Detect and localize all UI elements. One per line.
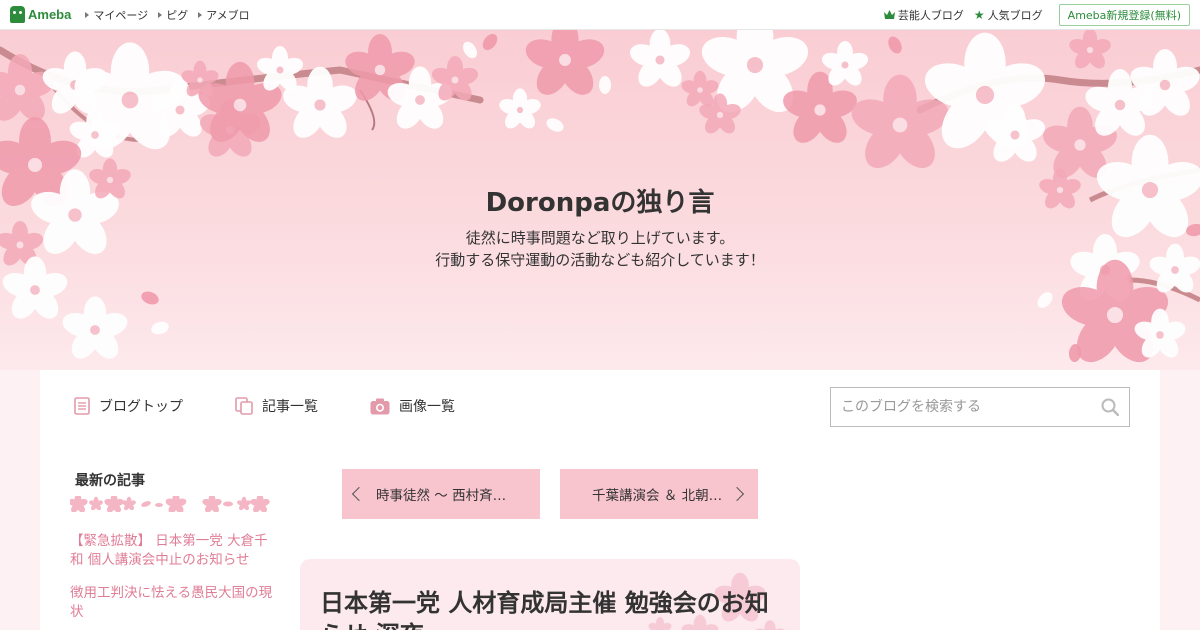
triangle-right-icon [158,11,163,18]
menu-entry-list[interactable]: 記事一覧 [235,396,318,416]
menu-image-list-label: 画像一覧 [399,399,455,415]
menu-blog-top[interactable]: ブログトップ [74,396,183,416]
blossom-divider-icon [70,496,270,512]
crown-icon [883,10,895,19]
blossom-petal [141,291,159,305]
nav-ameblo[interactable]: アメブロ [198,7,250,23]
nav-pigg-label: ピグ [166,8,189,22]
latest-entry-link[interactable]: 徴用工判決に怯える愚民大国の現状 [70,584,280,622]
previous-entry-label: 時事徒然 ～ 西村斉… [376,488,507,504]
blossom-flower [59,296,131,364]
blog-menu: ブログトップ 記事一覧 画像一覧 [74,396,507,416]
global-header: Ameba マイページ ピグ アメブロ 芸能人ブログ ★ 人気ブログ Ameba… [0,0,1200,30]
main-content: ブログトップ 記事一覧 画像一覧 最新の記事 [40,370,1160,630]
register-button[interactable]: Ameba新規登録(無料) [1058,3,1190,26]
blog-description-line-2: 行動する保守運動の活動なども紹介しています！ [435,251,765,269]
ameba-logo[interactable]: Ameba [10,6,71,23]
blossom-flower [1067,30,1113,72]
previous-entry-button[interactable]: 時事徒然 ～ 西村斉… [342,469,540,519]
camera-icon [370,398,390,414]
search-icon[interactable] [1101,398,1119,416]
copy-icon [235,397,253,415]
triangle-right-icon [198,11,203,18]
nav-pigg[interactable]: ピグ [158,7,188,23]
blossom-petal [888,36,902,54]
blossom-flower [497,88,543,132]
nav-ameblo-label: アメブロ [206,8,250,22]
celebrity-blog-link[interactable]: 芸能人ブログ [883,7,964,23]
blog-title[interactable]: Doronpaの独り言 [0,182,1200,219]
blog-description-line-1: 徒然に時事問題など取り上げています。 [465,229,735,247]
blog-search-input[interactable] [841,399,1101,415]
blog-header: Doronpaの独り言 徒然に時事問題など取り上げています。 行動する保守運動の… [0,30,1200,370]
sidebar: 最新の記事 【緊急拡散】 日本第一党 大倉千和 個人講演会中止のお知らせ 徴用工… [70,470,280,622]
latest-entries-heading: 最新の記事 [75,473,145,489]
blossom-flower [779,71,861,149]
next-entry-label: 千葉講演会 ＆ 北朝… [592,488,723,504]
ameba-logo-icon [10,6,25,23]
chevron-left-icon [351,486,367,502]
triangle-right-icon [85,11,90,18]
celebrity-blog-label: 芸能人ブログ [897,8,964,22]
chevron-right-icon [730,486,745,502]
menu-entry-list-label: 記事一覧 [262,399,318,415]
nav-mypage-label: マイページ [93,8,149,22]
blossom-petal [151,321,169,335]
article-header: 日本第一党 人材育成局主催 勉強会のお知らせ 深夜 [300,559,800,630]
blog-description: 徒然に時事問題など取り上げています。 行動する保守運動の活動なども紹介しています… [0,227,1200,271]
blossom-flower [0,54,58,127]
document-icon [74,397,90,415]
nav-mypage[interactable]: マイページ [85,7,148,23]
blossom-petal [463,41,477,59]
blossom-flower [521,30,609,102]
popular-blog-link[interactable]: ★ 人気ブログ [974,7,1043,23]
blossom-petal [1037,292,1053,308]
next-entry-button[interactable]: 千葉講演会 ＆ 北朝… [560,469,758,519]
menu-image-list[interactable]: 画像一覧 [370,396,455,416]
ameba-logo-text: Ameba [28,7,72,22]
article-title[interactable]: 日本第一党 人材育成局主催 勉強会のお知らせ 深夜 [320,587,790,630]
latest-entry-link[interactable]: 【緊急拡散】 日本第一党 大倉千和 個人講演会中止のお知らせ [70,532,280,570]
entry-pager: 時事徒然 ～ 西村斉… 千葉講演会 ＆ 北朝… [342,469,778,519]
menu-blog-top-label: ブログトップ [99,399,183,415]
blossom-petal [599,76,611,94]
blossom-petal [482,33,498,51]
popular-blog-label: 人気ブログ [987,8,1043,22]
star-icon: ★ [973,7,985,22]
blog-search [830,387,1130,427]
blossom-petal [546,118,564,132]
